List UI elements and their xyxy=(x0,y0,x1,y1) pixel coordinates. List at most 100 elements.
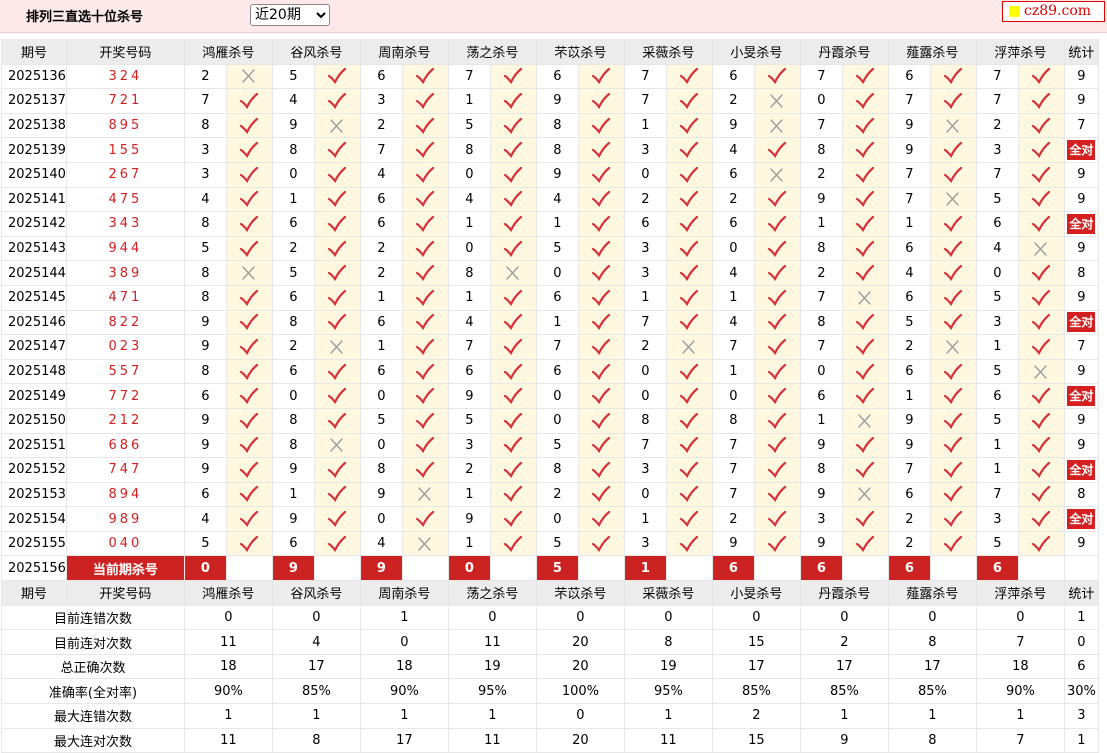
result-mark-cell xyxy=(753,358,801,385)
cross-mark-icon xyxy=(770,118,784,133)
check-mark-icon xyxy=(592,535,611,552)
cross-mark-icon xyxy=(858,291,872,305)
kill-pick-cell: 1 xyxy=(887,211,931,237)
summary-value: 15 xyxy=(711,727,801,753)
kill-pick-cell: 1 xyxy=(447,284,491,311)
kill-pick-cell: 7 xyxy=(887,88,931,114)
result-mark-cell xyxy=(841,481,889,508)
result-mark-cell xyxy=(841,88,889,114)
kill-pick-cell: 6 xyxy=(887,284,931,311)
result-mark-cell xyxy=(1017,284,1065,311)
stat-cell: 7 xyxy=(1063,334,1099,360)
result-mark-cell xyxy=(1017,88,1065,114)
check-mark-icon xyxy=(240,215,259,233)
check-mark-icon xyxy=(680,92,699,110)
kill-pick-cell: 2 xyxy=(271,334,315,360)
result-mark-cell xyxy=(929,88,977,114)
summary-value: 0 xyxy=(975,604,1065,631)
stat-cell: 7 xyxy=(1063,112,1099,139)
kill-pick-cell: 3 xyxy=(975,309,1019,336)
cross-mark-icon xyxy=(946,192,960,207)
result-mark-cell xyxy=(313,530,361,557)
result-mark-cell xyxy=(489,309,537,336)
result-mark-cell xyxy=(929,235,977,262)
header-expert: 芣苡杀号 xyxy=(535,580,625,606)
kill-pick-cell: 0 xyxy=(271,161,315,188)
result-mark-cell xyxy=(841,186,889,213)
kill-pick-cell: 5 xyxy=(271,63,315,90)
kill-pick-cell: 1 xyxy=(447,88,491,114)
result-mark-cell xyxy=(401,358,449,385)
check-mark-icon xyxy=(680,314,699,331)
kill-pick-cell: 6 xyxy=(799,383,843,409)
kill-pick-cell: 1 xyxy=(359,284,403,311)
table-row: 2025144 389 8 5 2 8 0 3 4 2 4 0 8 xyxy=(1,260,1099,286)
check-mark-icon xyxy=(592,314,611,331)
kill-pick-cell: 0 xyxy=(535,260,579,286)
summary-value: 0 xyxy=(711,604,801,631)
current-period-row: 2025156 当前期杀号 0 9 9 0 5 1 6 6 6 6 xyxy=(1,555,1099,582)
check-mark-icon xyxy=(680,535,699,552)
result-mark-cell xyxy=(665,260,713,286)
period-range-select[interactable]: 近20期 xyxy=(250,4,330,26)
result-mark-cell xyxy=(225,284,273,311)
check-mark-icon xyxy=(592,388,611,405)
current-empty-cell xyxy=(1017,555,1065,582)
summary-value: 18 xyxy=(975,653,1065,680)
period-cell: 2025140 xyxy=(1,161,67,188)
kill-pick-cell: 9 xyxy=(535,161,579,188)
kill-pick-cell: 5 xyxy=(887,309,931,336)
check-mark-icon xyxy=(856,92,875,110)
kill-pick-cell: 7 xyxy=(887,186,931,213)
kill-pick-cell: 7 xyxy=(359,137,403,163)
result-mark-cell xyxy=(753,530,801,557)
kill-pick-cell: 8 xyxy=(359,457,403,483)
summary-value: 1 xyxy=(359,703,449,729)
check-mark-icon xyxy=(240,486,259,503)
result-mark-cell xyxy=(313,506,361,532)
result-mark-cell xyxy=(841,161,889,188)
result-mark-cell xyxy=(313,481,361,508)
summary-value: 11 xyxy=(623,727,713,753)
summary-value: 17 xyxy=(359,727,449,753)
result-mark-cell xyxy=(489,530,537,557)
check-mark-icon xyxy=(592,289,611,306)
cross-mark-icon xyxy=(330,118,344,133)
result-mark-cell xyxy=(401,383,449,409)
kill-pick-cell: 4 xyxy=(359,530,403,557)
kill-pick-cell: 1 xyxy=(535,309,579,336)
header-expert: 小旻杀号 xyxy=(711,39,801,65)
result-mark-cell xyxy=(753,137,801,163)
draw-number-cell: 155 xyxy=(65,137,185,163)
check-mark-icon xyxy=(328,166,347,183)
kill-pick-cell: 1 xyxy=(711,358,755,385)
result-mark-cell xyxy=(753,457,801,483)
summary-value: 11 xyxy=(447,727,537,753)
summary-value: 20 xyxy=(535,653,625,680)
all-correct-badge: 全对 xyxy=(1067,459,1096,480)
result-mark-cell xyxy=(401,88,449,114)
kill-pick-cell: 6 xyxy=(271,211,315,237)
kill-pick-cell: 5 xyxy=(975,407,1019,434)
period-cell: 2025144 xyxy=(1,260,67,286)
check-mark-icon xyxy=(592,68,611,85)
result-mark-cell xyxy=(401,211,449,237)
kill-pick-cell: 9 xyxy=(799,432,843,459)
result-mark-cell xyxy=(753,407,801,434)
brand-logo[interactable]: cz89.com xyxy=(1002,1,1105,22)
check-mark-icon xyxy=(680,215,699,233)
kill-pick-cell: 9 xyxy=(183,407,227,434)
kill-pick-cell: 2 xyxy=(799,161,843,188)
kill-pick-cell: 1 xyxy=(975,432,1019,459)
kill-pick-cell: 1 xyxy=(975,457,1019,483)
check-mark-icon xyxy=(1032,166,1051,183)
check-mark-icon xyxy=(240,388,259,405)
cross-mark-icon xyxy=(682,340,696,354)
check-mark-icon xyxy=(944,289,963,306)
kill-pick-cell: 0 xyxy=(975,260,1019,286)
result-mark-cell xyxy=(225,481,273,508)
summary-value: 20 xyxy=(535,727,625,753)
result-mark-cell xyxy=(401,530,449,557)
kill-pick-cell: 1 xyxy=(535,211,579,237)
summary-value: 1 xyxy=(799,703,889,729)
